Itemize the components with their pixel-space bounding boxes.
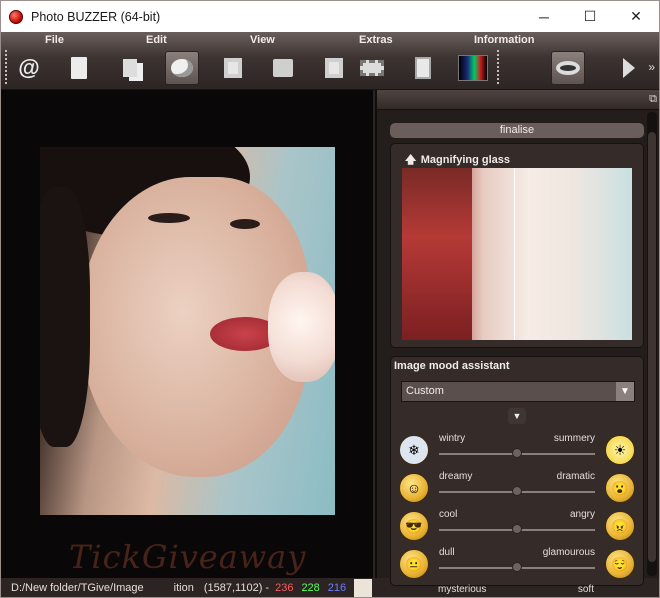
mood-left-label: wintry: [439, 433, 466, 444]
mood-right-label: soft: [577, 584, 594, 595]
dreamy-face-icon: ☺: [399, 473, 429, 503]
portrait-photo: [40, 147, 335, 515]
window-title: Photo BUZZER (64-bit): [31, 9, 161, 24]
menu-information[interactable]: Information: [474, 34, 535, 46]
mood-slider-dreamy-dramatic: ☺ dreamy dramatic 😮: [399, 471, 635, 507]
filmstrip-icon[interactable]: [355, 51, 389, 85]
menu-edit[interactable]: Edit: [146, 34, 167, 46]
magnifier-preview: [402, 168, 632, 340]
chevron-down-icon[interactable]: ▼: [616, 382, 634, 401]
status-blue-value: 216: [327, 582, 347, 594]
mood-preset-value: Custom: [406, 385, 444, 397]
angry-face-icon: 😠: [605, 511, 635, 541]
mood-preset-select[interactable]: Custom ▼: [401, 381, 635, 402]
mood-slider-wintry-summery: ❄ wintry summery ☀: [399, 433, 635, 469]
save-as-icon[interactable]: [317, 51, 351, 85]
mood-card: Image mood assistant Custom ▼ ▼ ❄ wintry…: [390, 356, 644, 586]
arrow-up-icon[interactable]: 🡅: [405, 154, 416, 166]
status-coords: (1587,1102) -: [203, 582, 270, 594]
mood-title: Image mood assistant: [394, 360, 510, 372]
export-icon[interactable]: [266, 51, 300, 85]
mood-slider-dull-glamourous: 😐 dull glamourous 😌: [399, 547, 635, 583]
slider-knob[interactable]: [512, 486, 522, 496]
magnifier-title: Magnifying glass: [420, 154, 511, 166]
mood-left-label: cool: [439, 509, 458, 520]
mood-right-label: angry: [569, 509, 595, 520]
menu-extras[interactable]: Extras: [359, 34, 393, 46]
app-window: Photo BUZZER (64-bit) ─ ☐ ✕ File Edit Vi…: [0, 0, 660, 598]
status-path: D:/New folder/TGive/Image: [11, 582, 144, 594]
finalise-button[interactable]: finalise: [390, 123, 644, 138]
email-icon[interactable]: @: [12, 51, 46, 85]
menu-file[interactable]: File: [45, 34, 64, 46]
eye-icon[interactable]: [551, 51, 585, 85]
mood-left-label: dreamy: [439, 471, 473, 482]
status-red-value: 236: [275, 582, 294, 594]
toolbar: File Edit View Extras Information @ »: [1, 32, 659, 90]
color-swatch: [354, 579, 373, 597]
mood-slider-mysterious-soft: mysterious soft: [398, 584, 634, 597]
close-button[interactable]: ✕: [613, 1, 659, 32]
menu-view[interactable]: View: [250, 34, 275, 46]
copy-pages-icon[interactable]: [113, 51, 147, 85]
toolbar-overflow-icon[interactable]: »: [648, 60, 655, 74]
mood-right-label: summery: [553, 433, 595, 444]
snowflake-icon: ❄: [399, 435, 429, 465]
side-panel: ⧉ finalise 🡅 Magnifying glass Image mood…: [375, 90, 659, 595]
palette-icon[interactable]: [165, 51, 199, 85]
image-viewer[interactable]: [1, 90, 373, 578]
compare-icon[interactable]: [612, 51, 646, 85]
title-bar: Photo BUZZER (64-bit) ─ ☐ ✕: [1, 1, 659, 32]
magnifier-card: 🡅 Magnifying glass: [390, 143, 644, 348]
panel-header: ⧉: [377, 90, 659, 110]
new-file-icon[interactable]: [62, 51, 96, 85]
slider-knob[interactable]: [512, 562, 522, 572]
watermark: TickGiveaway: [69, 538, 307, 576]
status-position-label: ition: [173, 582, 194, 594]
slider-knob[interactable]: [512, 448, 522, 458]
restore-icon[interactable]: ⧉: [649, 93, 657, 106]
mood-left-label: mysterious: [438, 584, 487, 595]
maximize-button[interactable]: ☐: [567, 1, 613, 32]
panel-scrollbar[interactable]: [647, 112, 657, 576]
histogram-icon[interactable]: [456, 51, 490, 85]
glamourous-face-icon: 😌: [605, 549, 635, 579]
cool-face-icon: 😎: [399, 511, 429, 541]
save-icon[interactable]: [216, 51, 250, 85]
app-icon: [9, 9, 23, 24]
toolbar-separator: [497, 50, 499, 86]
toolbar-grip: [5, 50, 7, 86]
document-info-icon[interactable]: [406, 51, 440, 85]
expand-options-icon[interactable]: ▼: [508, 408, 526, 424]
mood-left-label: dull: [439, 547, 455, 558]
dull-face-icon: 😐: [399, 549, 429, 579]
minimize-button[interactable]: ─: [521, 1, 567, 32]
status-green-value: 228: [301, 582, 320, 594]
mood-slider-cool-angry: 😎 cool angry 😠: [399, 509, 635, 545]
dramatic-face-icon: 😮: [605, 473, 635, 503]
mood-right-label: dramatic: [556, 471, 595, 482]
sun-icon: ☀: [605, 435, 635, 465]
mood-right-label: glamourous: [542, 547, 595, 558]
slider-knob[interactable]: [512, 524, 522, 534]
